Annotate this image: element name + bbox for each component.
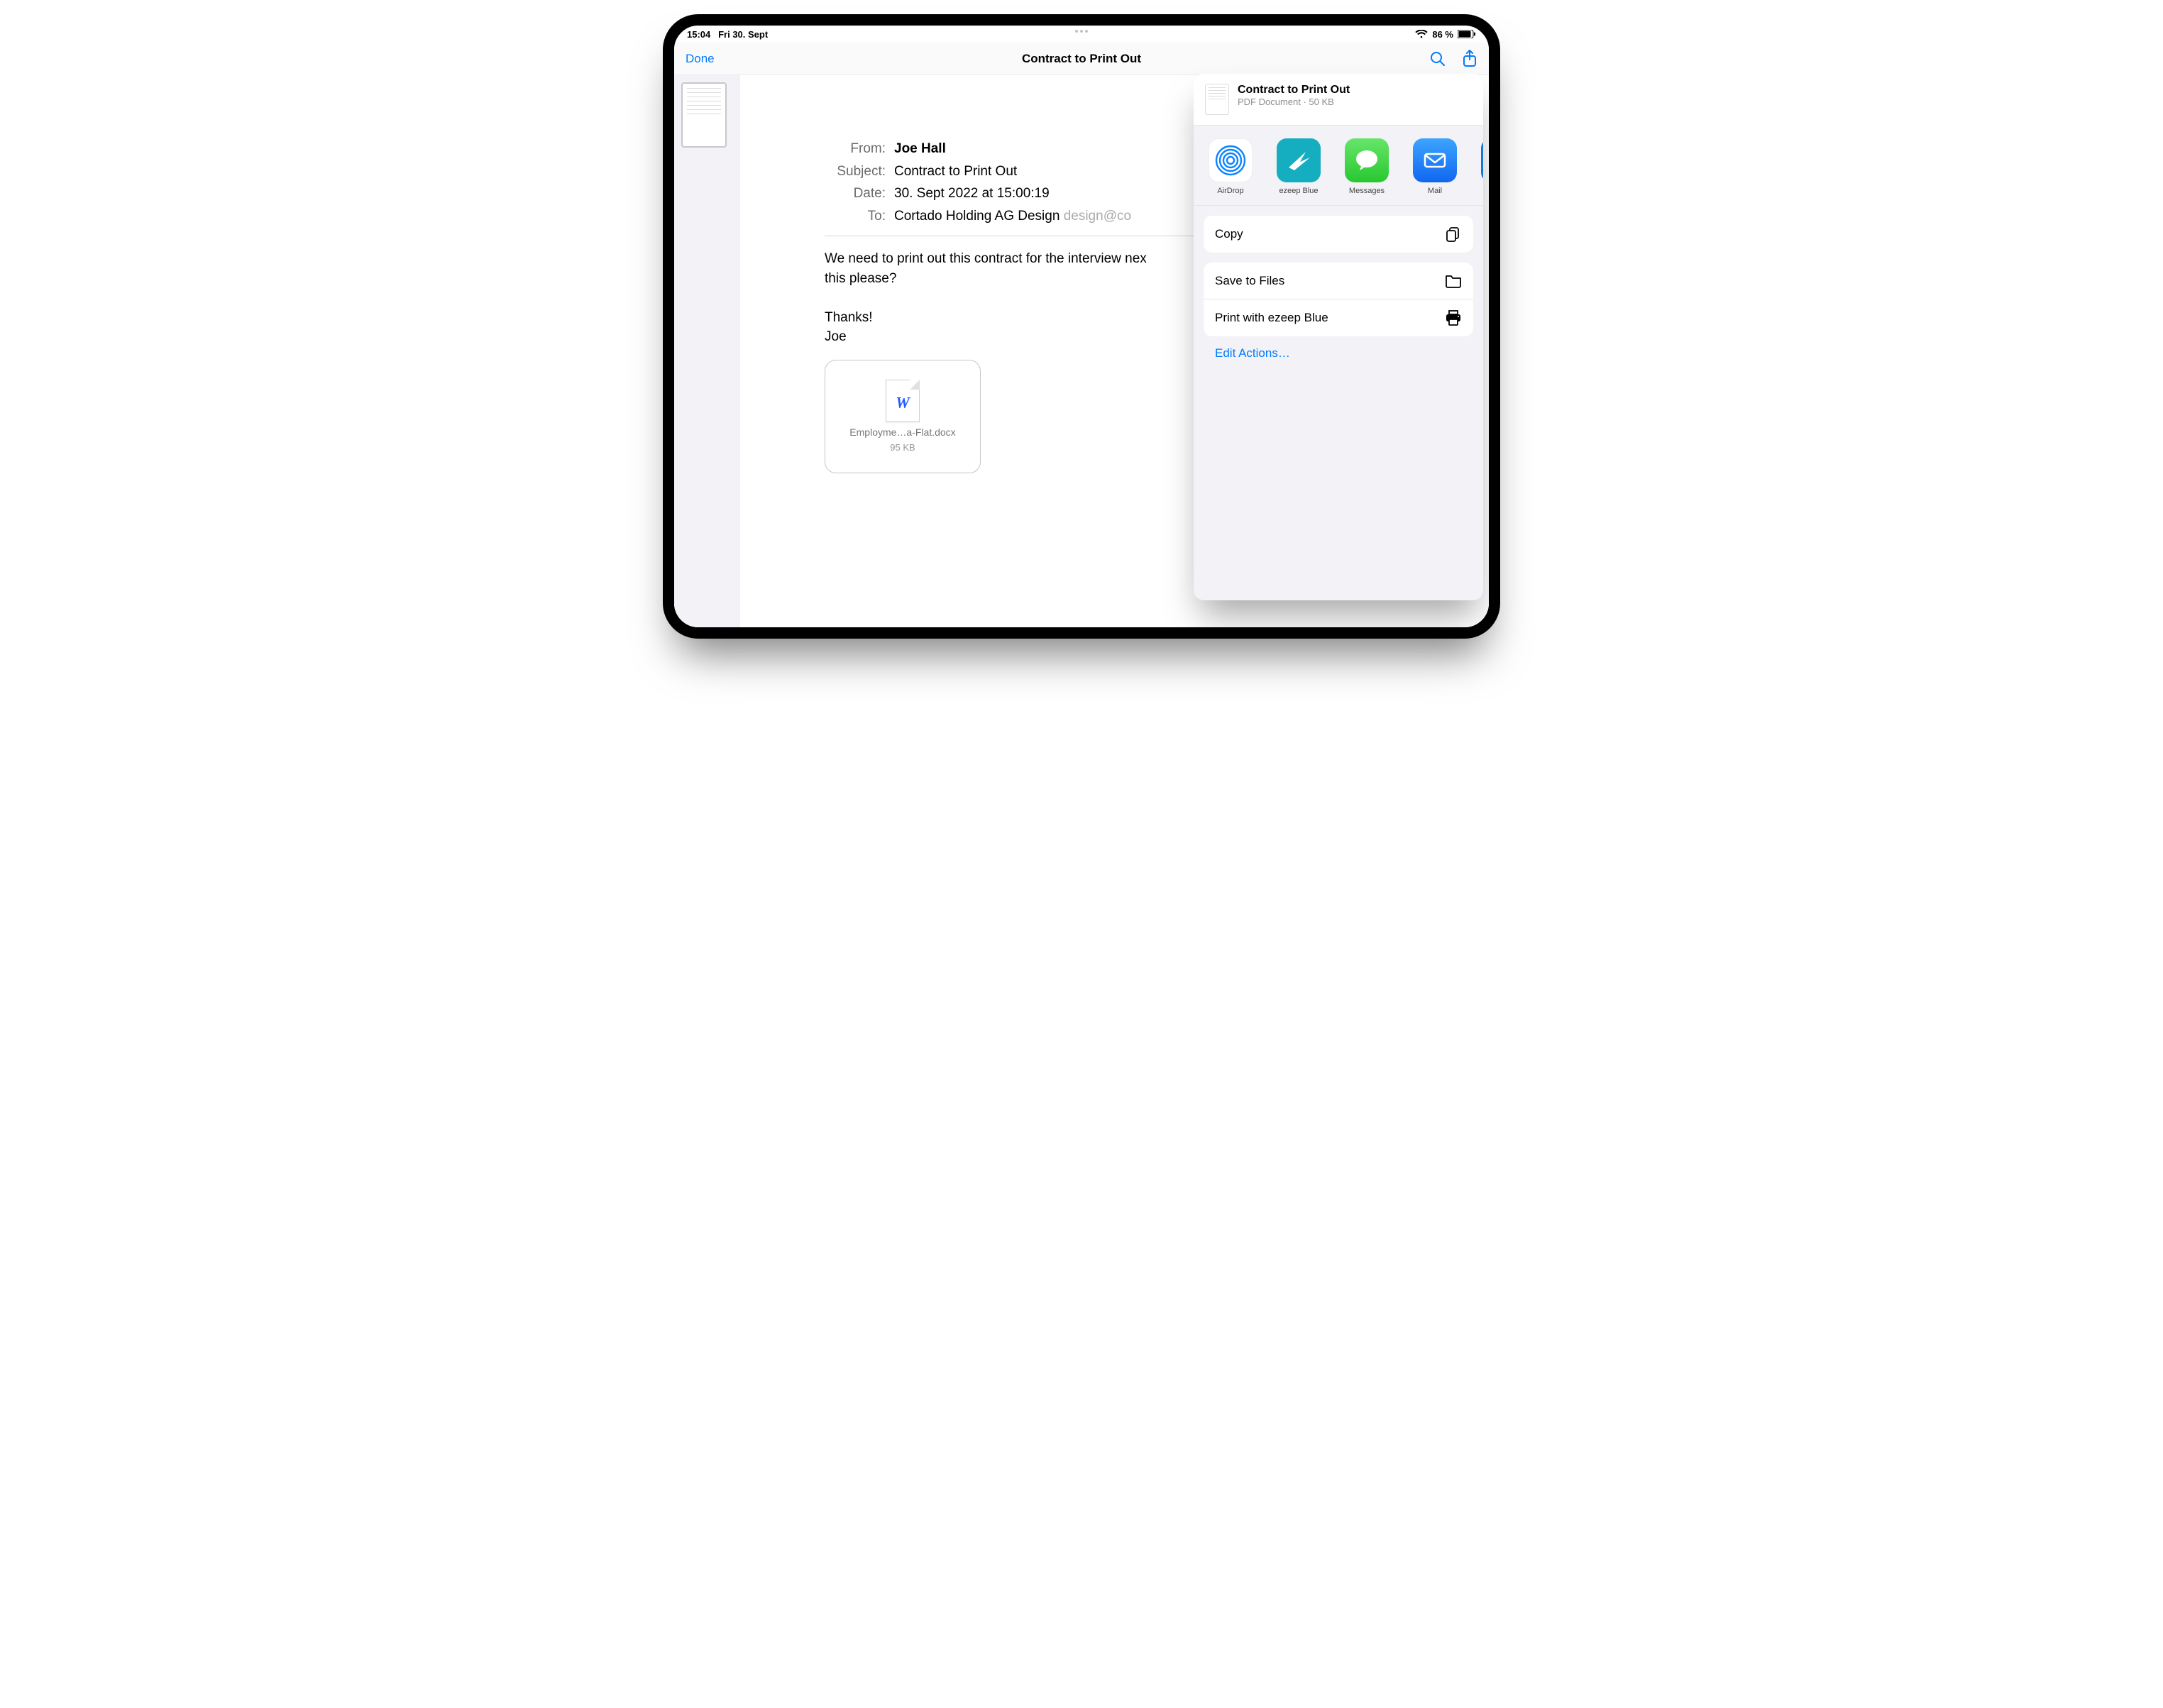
share-app-mail[interactable]: Mail [1409, 138, 1460, 195]
page-title: Contract to Print Out [1022, 52, 1141, 66]
action-label: Save to Files [1215, 274, 1284, 288]
share-action-list: Copy Save to Files Print with ezeep Blue… [1194, 206, 1483, 360]
airdrop-icon [1209, 138, 1253, 182]
action-print-ezeep[interactable]: Print with ezeep Blue [1204, 299, 1473, 336]
share-app-messages[interactable]: Messages [1341, 138, 1392, 195]
date-label: Date: [825, 184, 886, 204]
mail-icon [1413, 138, 1457, 182]
document-mini-icon [1205, 84, 1229, 115]
edit-actions-button[interactable]: Edit Actions… [1204, 346, 1473, 360]
share-app-label: AirDrop [1217, 187, 1243, 195]
to-email: design@co [1064, 209, 1131, 224]
share-app-row[interactable]: AirDrop ezeep Blue Messages Mail [1194, 126, 1483, 206]
navbar: Done Contract to Print Out [674, 43, 1489, 75]
folder-icon [1445, 273, 1462, 289]
subject-label: Subject: [825, 162, 886, 182]
share-app-ezeep[interactable]: ezeep Blue [1273, 138, 1324, 195]
status-battery-percent: 86 % [1432, 29, 1453, 40]
ezeep-icon [1277, 138, 1321, 182]
share-sheet: Contract to Print Out PDF Document · 50 … [1194, 74, 1483, 600]
email-body: We need to print out this contract for t… [825, 249, 1194, 347]
thumbnail-sidebar [674, 75, 739, 627]
share-app-label: ezeep Blue [1279, 187, 1318, 195]
from-value: Joe Hall [894, 141, 946, 156]
attachment-name: Employme…a-Flat.docx [849, 426, 955, 438]
share-sheet-header: Contract to Print Out PDF Document · 50 … [1194, 74, 1483, 126]
outlook-icon [1481, 138, 1483, 182]
status-left: 15:04 Fri 30. Sept [687, 29, 768, 40]
page-thumbnail[interactable] [681, 82, 727, 148]
to-label: To: [825, 206, 886, 226]
share-app-airdrop[interactable]: AirDrop [1205, 138, 1256, 195]
status-bar: 15:04 Fri 30. Sept 86 % [674, 26, 1489, 43]
action-label: Copy [1215, 227, 1243, 241]
status-date: Fri 30. Sept [718, 29, 768, 40]
share-icon [1462, 50, 1477, 68]
status-right: 86 % [1415, 29, 1476, 40]
share-button[interactable] [1462, 50, 1477, 68]
search-button[interactable] [1429, 50, 1446, 67]
done-button[interactable]: Done [686, 52, 715, 66]
action-copy[interactable]: Copy [1204, 216, 1473, 253]
share-app-label: Messages [1349, 187, 1385, 195]
action-save-to-files[interactable]: Save to Files [1204, 263, 1473, 299]
share-subtitle: PDF Document · 50 KB [1238, 97, 1350, 107]
share-app-label: Mail [1428, 187, 1442, 195]
status-time: 15:04 [687, 29, 710, 40]
attachment-size: 95 KB [890, 442, 915, 453]
wifi-icon [1415, 30, 1428, 38]
messages-icon [1345, 138, 1389, 182]
action-label: Print with ezeep Blue [1215, 311, 1328, 325]
from-label: From: [825, 139, 886, 159]
share-title: Contract to Print Out [1238, 84, 1350, 97]
copy-icon [1445, 226, 1462, 243]
search-icon [1429, 50, 1446, 67]
attachment-card[interactable]: W Employme…a-Flat.docx 95 KB [825, 360, 981, 473]
printer-icon [1445, 310, 1462, 326]
ipad-frame: 15:04 Fri 30. Sept 86 % Done Contract to… [663, 14, 1500, 639]
multitasking-dots-icon[interactable] [1075, 30, 1088, 33]
share-app-outlook[interactable]: O [1477, 138, 1483, 195]
battery-icon [1458, 30, 1476, 38]
word-doc-icon: W [886, 380, 920, 422]
